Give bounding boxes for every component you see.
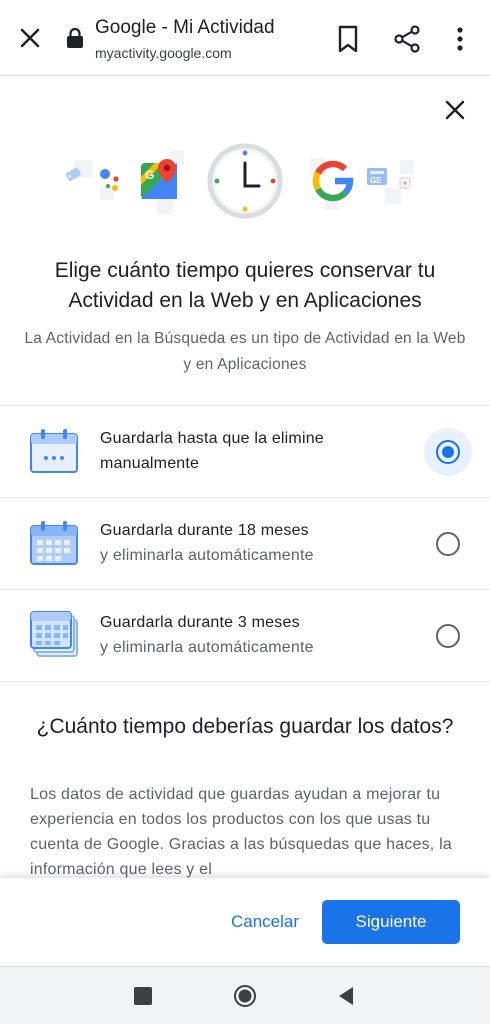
- retention-option-3-months[interactable]: Guardarla durante 3 meses y eliminarla a…: [0, 589, 490, 681]
- divider: [0, 681, 490, 682]
- radio-manual[interactable]: [424, 428, 472, 476]
- svg-text:GE: GE: [370, 176, 382, 185]
- dialog-heading: Elige cuánto tiempo quieres conservar tu…: [54, 259, 436, 312]
- option-text: Guardarla durante 3 meses y eliminarla a…: [100, 610, 400, 660]
- page-title: Google - Mi Actividad: [95, 17, 275, 38]
- dialog-footer: Cancelar Siguiente: [0, 878, 490, 966]
- page-url[interactable]: myactivity.google.com: [95, 45, 232, 61]
- browser-toolbar: Google - Mi Actividad myactivity.google.…: [0, 0, 490, 76]
- system-nav-bar: [0, 966, 490, 1024]
- radio-selected-icon: [436, 440, 460, 464]
- option-title: Guardarla hasta que la elimine: [100, 430, 324, 447]
- calendar-stack-icon: [30, 611, 78, 657]
- page: Google - Mi Actividad myactivity.google.…: [0, 0, 490, 1024]
- close-icon[interactable]: [14, 22, 46, 54]
- small-app-icon: [399, 177, 411, 189]
- lock-icon: [67, 28, 83, 48]
- section-body: Los datos de actividad que guardas ayuda…: [30, 786, 452, 878]
- next-button[interactable]: Siguiente: [322, 900, 460, 944]
- bookmark-icon[interactable]: [334, 24, 362, 54]
- home-icon[interactable]: [233, 984, 257, 1008]
- option-subtitle: y eliminarla automáticamente: [100, 547, 314, 564]
- radio-3-months[interactable]: [424, 612, 472, 660]
- option-subtitle: y eliminarla automáticamente: [100, 639, 314, 656]
- option-title: Guardarla durante 18 meses: [100, 522, 309, 539]
- option-subtitle: manualmente: [100, 455, 200, 472]
- dialog-subheading: La Actividad en la Búsqueda es un tipo d…: [24, 330, 466, 373]
- svg-text:G: G: [145, 168, 154, 182]
- radio-18-months[interactable]: [424, 520, 472, 568]
- more-vert-icon[interactable]: [448, 24, 472, 54]
- retention-option-manual[interactable]: Guardarla hasta que la elimine manualmen…: [0, 405, 490, 497]
- radio-unselected-icon: [436, 532, 460, 556]
- retention-option-18-months[interactable]: Guardarla durante 18 meses y eliminarla …: [0, 497, 490, 589]
- share-icon[interactable]: [392, 24, 422, 54]
- recent-apps-icon[interactable]: [134, 987, 152, 1005]
- cancel-button[interactable]: Cancelar: [220, 900, 310, 944]
- calendar-grid-icon: [30, 521, 78, 565]
- news-icon: GE: [367, 168, 387, 185]
- hero-illustration: G GE: [65, 143, 414, 219]
- radio-unselected-icon: [436, 624, 460, 648]
- calendar-icon: [30, 429, 78, 473]
- dialog-close-icon[interactable]: [440, 95, 470, 125]
- back-icon[interactable]: [336, 985, 356, 1007]
- option-text: Guardarla hasta que la elimine manualmen…: [100, 426, 400, 476]
- google-logo-icon: [312, 160, 354, 202]
- section-title: ¿Cuánto tiempo deberías guardar los dato…: [36, 715, 454, 738]
- clock-icon: [207, 143, 283, 219]
- option-title: Guardarla durante 3 meses: [100, 614, 300, 631]
- option-text: Guardarla durante 18 meses y eliminarla …: [100, 518, 400, 568]
- maps-icon: G: [141, 159, 177, 199]
